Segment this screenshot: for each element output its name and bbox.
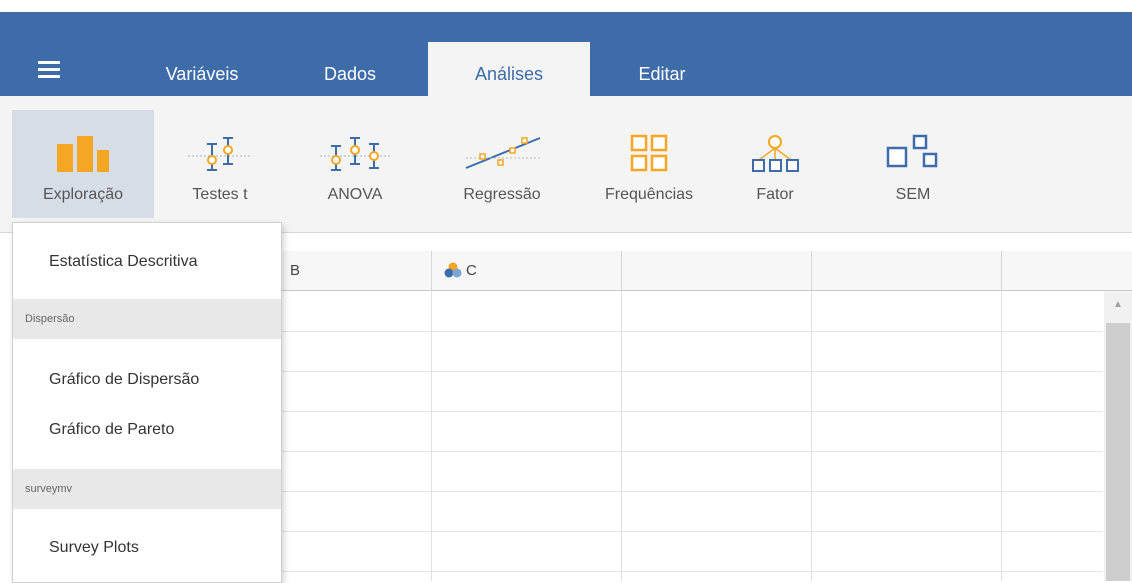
frequencies-label: Frequências	[604, 186, 694, 203]
sem-icon	[886, 134, 938, 168]
anova-icon	[320, 137, 390, 171]
tab-analises[interactable]: Análises	[428, 42, 590, 96]
hamburger-menu-icon[interactable]	[38, 61, 60, 79]
menubar: Variáveis Dados Análises Editar	[0, 12, 1132, 96]
column-header-c[interactable]: C	[432, 251, 622, 291]
scroll-up-arrow-icon[interactable]: ▲	[1113, 299, 1123, 310]
column-header-b[interactable]: B	[280, 251, 432, 291]
column-header-empty[interactable]	[622, 251, 812, 291]
scrollbar-thumb[interactable]	[1106, 323, 1130, 581]
factor-label: Fator	[756, 186, 794, 203]
t-tests-button[interactable]: Testes t	[168, 110, 272, 218]
column-header-empty[interactable]	[1002, 251, 1132, 291]
factor-button[interactable]: Fator	[730, 110, 820, 218]
factor-icon	[752, 135, 799, 172]
column-name: C	[466, 262, 477, 279]
menu-section-dispersion: Dispersão	[13, 299, 281, 339]
column-divider	[811, 291, 812, 581]
top-strip	[0, 0, 1132, 12]
row-divider	[280, 571, 1102, 572]
menu-section-surveymv: surveymv	[13, 469, 281, 509]
regression-button[interactable]: Regressão	[442, 110, 562, 218]
anova-label: ANOVA	[327, 186, 383, 203]
sem-button[interactable]: SEM	[858, 110, 968, 218]
tab-editar[interactable]: Editar	[620, 54, 704, 96]
row-divider	[280, 491, 1102, 492]
t-tests-icon	[188, 137, 252, 171]
anova-button[interactable]: ANOVA	[300, 110, 410, 218]
regression-icon	[465, 137, 541, 169]
exploration-dropdown-menu: Estatística Descritiva Dispersão Gráfico…	[12, 222, 282, 583]
column-header-empty[interactable]	[812, 251, 1002, 291]
row-divider	[280, 331, 1102, 332]
column-name: B	[290, 262, 301, 279]
menu-item-pareto[interactable]: Gráfico de Pareto	[13, 421, 281, 439]
column-divider	[431, 291, 432, 581]
menu-item-descriptives[interactable]: Estatística Descritiva	[13, 253, 281, 271]
exploration-button[interactable]: Exploração	[12, 110, 154, 218]
vertical-scrollbar[interactable]: ▲	[1104, 291, 1132, 581]
tab-dados[interactable]: Dados	[306, 54, 394, 96]
row-divider	[280, 371, 1102, 372]
menu-item-survey-plots[interactable]: Survey Plots	[13, 539, 281, 557]
t-tests-label: Testes t	[192, 186, 248, 203]
nominal-variable-icon	[444, 262, 462, 278]
tab-variaveis[interactable]: Variáveis	[150, 54, 254, 96]
exploration-icon	[57, 136, 109, 172]
frequencies-icon	[630, 134, 668, 172]
exploration-label: Exploração	[42, 186, 124, 203]
regression-label: Regressão	[463, 186, 541, 203]
row-divider	[280, 531, 1102, 532]
analysis-ribbon: Exploração Testes t ANOVA Regressão Freq…	[0, 96, 1132, 233]
column-divider	[1001, 291, 1002, 581]
frequencies-button[interactable]: Frequências	[584, 110, 714, 218]
menu-item-scatterplot[interactable]: Gráfico de Dispersão	[13, 371, 281, 389]
sem-label: SEM	[895, 186, 931, 203]
row-divider	[280, 411, 1102, 412]
column-divider	[621, 291, 622, 581]
row-divider	[280, 451, 1102, 452]
